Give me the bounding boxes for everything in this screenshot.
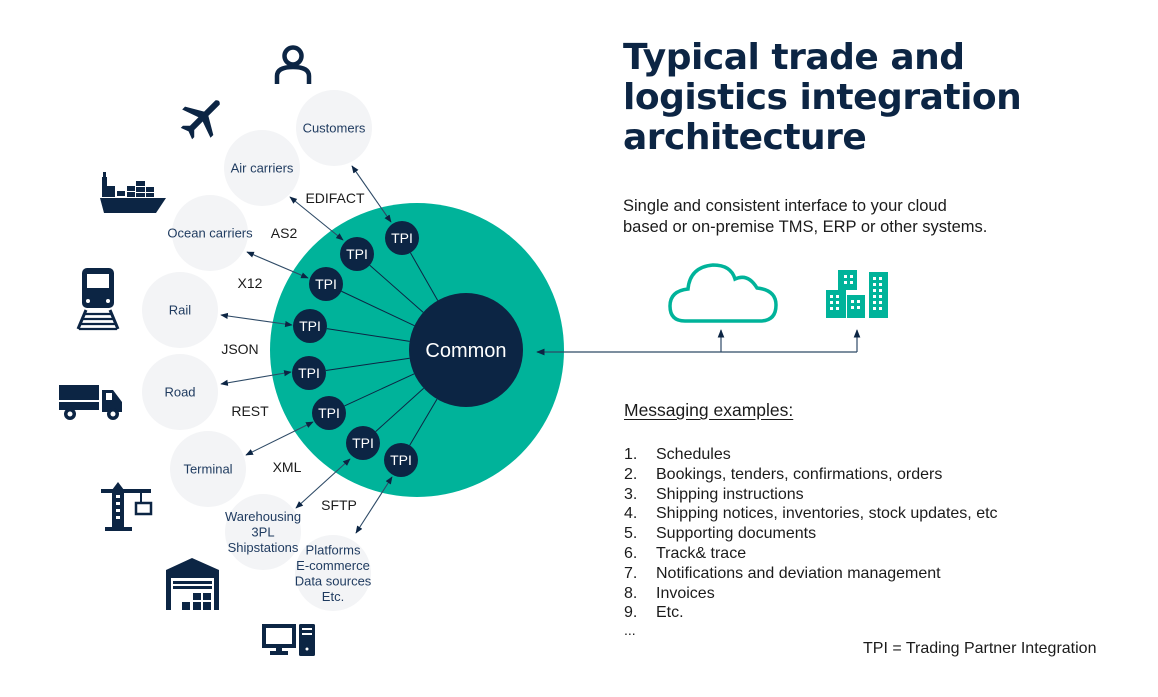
tpi-label: TPI: [315, 276, 337, 292]
list-item: 3. Shipping instructions: [624, 485, 998, 505]
systems-connector: [536, 329, 861, 356]
title-line: logistics integration: [623, 77, 1022, 118]
list-item: 1. Schedules: [624, 445, 998, 465]
list-number: 8.: [624, 584, 638, 602]
list-number: 5.: [624, 525, 638, 543]
title-line: Typical trade and: [623, 37, 965, 78]
person-icon: [274, 45, 312, 84]
protocol-label: EDIFACT: [305, 190, 365, 206]
common-hub-label: Common: [425, 340, 506, 362]
list-number: 2.: [624, 465, 638, 483]
crane-icon: [101, 482, 153, 531]
truck-icon: [59, 385, 122, 420]
list-text: Shipping instructions: [656, 485, 804, 503]
subtitle-line: Single and consistent interface to your …: [623, 197, 947, 215]
list-item: 4. Shipping notices, inventories, stock u…: [624, 504, 998, 524]
tpi-label: TPI: [318, 405, 340, 421]
list-text: Bookings, tenders, confirmations, orders: [656, 465, 943, 483]
partner-label: Etc.: [322, 589, 344, 604]
tpi-legend: TPI = Trading Partner Integration: [863, 640, 1097, 657]
list-text: Shipping notices, inventories, stock upd…: [656, 505, 998, 523]
tpi-label: TPI: [299, 318, 321, 334]
messaging-ellipsis: ...: [624, 622, 636, 638]
partner-label: Warehousing: [225, 509, 301, 524]
protocol-label: X12: [238, 275, 263, 291]
partner-label: Road: [164, 385, 195, 400]
list-item: 5. Supporting documents: [624, 524, 998, 544]
partner-label: Ocean carriers: [167, 226, 253, 241]
page-title: Typical trade and logistics integration …: [623, 37, 1022, 158]
partner-label: Rail: [169, 303, 192, 318]
partner-label: Platforms: [306, 542, 361, 557]
protocol-label: JSON: [221, 341, 258, 357]
train-icon: [76, 268, 120, 331]
protocol-label: REST: [231, 403, 269, 419]
computer-icon: [262, 624, 315, 656]
title-line: architecture: [623, 117, 867, 158]
list-number: 4.: [624, 505, 638, 523]
warehouse-icon: [166, 558, 219, 610]
list-number: 1.: [624, 446, 638, 463]
airplane-icon: [180, 100, 220, 140]
buildings-icon: [826, 270, 888, 318]
subtitle-line: based or on-premise TMS, ERP or other sy…: [623, 218, 988, 236]
list-number: 6.: [624, 544, 638, 562]
partner-label: 3PL: [251, 525, 274, 540]
ship-icon: [100, 172, 166, 213]
protocol-label: XML: [273, 459, 302, 475]
list-text: Supporting documents: [656, 525, 817, 543]
list-text: Invoices: [656, 584, 715, 602]
list-text: Schedules: [656, 446, 731, 463]
list-item: 9. Etc.: [624, 603, 998, 623]
list-item: 2. Bookings, tenders, confirmations, orde…: [624, 465, 998, 485]
partner-label: Terminal: [183, 462, 232, 477]
list-number: 7.: [624, 564, 638, 582]
partner-label: E-commerce: [296, 558, 370, 573]
tpi-label: TPI: [352, 435, 374, 451]
cloud-icon: [668, 263, 778, 323]
protocol-label: AS2: [271, 225, 298, 241]
subtitle: Single and consistent interface to your …: [623, 196, 987, 238]
partner-label: Shipstations: [228, 540, 299, 555]
list-text: Notifications and deviation management: [656, 564, 941, 582]
partner-label: Air carriers: [231, 161, 294, 176]
partner-label: Customers: [303, 121, 366, 136]
list-item: 7. Notifications and deviation management: [624, 564, 998, 584]
protocol-label: SFTP: [321, 497, 357, 513]
list-text: Track& trace: [656, 544, 747, 562]
tpi-label: TPI: [390, 452, 412, 468]
list-text: Etc.: [656, 604, 684, 622]
messaging-heading: Messaging examples:: [624, 400, 794, 420]
list-number: 3.: [624, 485, 638, 503]
tpi-label: TPI: [391, 230, 413, 246]
messaging-list: 1. Schedules 2. Bookings, tenders, confirm…: [624, 445, 998, 623]
list-number: 9.: [624, 604, 638, 622]
tpi-label: TPI: [346, 246, 368, 262]
partner-label: Data sources: [295, 573, 372, 588]
list-item: 8. Invoices: [624, 584, 998, 604]
list-item: 6. Track& trace: [624, 544, 998, 564]
tpi-label: TPI: [298, 365, 320, 381]
